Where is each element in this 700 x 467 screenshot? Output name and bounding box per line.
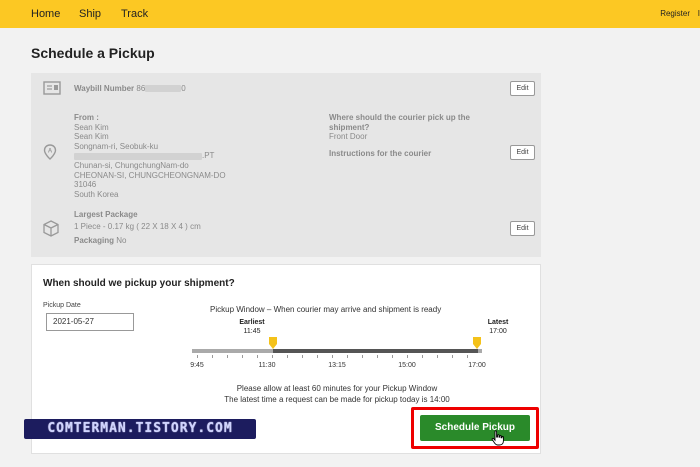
pickup-cutoff-note: The latest time a request can be made fo… bbox=[224, 395, 450, 404]
tick-mark bbox=[227, 355, 228, 358]
nav-track[interactable]: Track bbox=[121, 8, 148, 20]
address-card: A From : Sean Kim Sean Kim Songnam-ri, S… bbox=[31, 104, 541, 201]
nav-home[interactable]: Home bbox=[31, 8, 60, 20]
address-line-1: Sean Kim bbox=[74, 122, 109, 132]
waybill-suffix: 0 bbox=[181, 84, 186, 93]
tick-mark bbox=[287, 355, 288, 358]
earliest-indicator: Earliest 11:45 bbox=[237, 318, 267, 336]
hand-cursor-icon bbox=[491, 430, 504, 446]
location-pin-icon: A bbox=[43, 144, 57, 160]
package-card: Largest Package 1 Piece - 0.17 kg ( 22 X… bbox=[31, 201, 541, 257]
tick-mark bbox=[242, 355, 243, 358]
tick-mark bbox=[467, 355, 468, 358]
earliest-label: Earliest bbox=[239, 319, 265, 326]
svg-text:A: A bbox=[48, 149, 53, 155]
address-country: South Korea bbox=[74, 189, 119, 199]
tick-mark bbox=[212, 355, 213, 358]
address-line-2: Sean Kim bbox=[74, 132, 109, 142]
tick-mark bbox=[347, 355, 348, 358]
latest-slider-handle[interactable] bbox=[473, 337, 481, 349]
tick-mark bbox=[317, 355, 318, 358]
tick-mark bbox=[302, 355, 303, 358]
tick-mark bbox=[422, 355, 423, 358]
top-nav: Home Ship Track Register I bbox=[0, 0, 700, 28]
tick-label: 9:45 bbox=[190, 362, 204, 369]
address-blurred bbox=[74, 152, 202, 160]
tick-mark bbox=[257, 355, 258, 358]
pickup-date-label: Pickup Date bbox=[43, 302, 81, 309]
instructions-label: Instructions for the courier bbox=[329, 148, 432, 158]
pickup-window-title: Pickup Window – When courier may arrive … bbox=[210, 305, 442, 314]
address-line-3: Songnam-ri, Seobuk-ku bbox=[74, 141, 159, 151]
earliest-slider-handle[interactable] bbox=[269, 337, 277, 349]
nav-register[interactable]: Register bbox=[660, 9, 690, 18]
page-title: Schedule a Pickup bbox=[31, 45, 155, 61]
waybill-icon bbox=[43, 81, 61, 95]
waybill-edit-button[interactable]: Edit bbox=[510, 81, 535, 96]
from-label: From : bbox=[74, 113, 99, 122]
latest-label: Latest bbox=[487, 319, 509, 326]
schedule-button-highlight: Schedule Pickup bbox=[411, 407, 539, 449]
tick-mark bbox=[407, 355, 408, 358]
package-description: 1 Piece - 0.17 kg ( 22 X 18 X 4 ) cm bbox=[74, 221, 201, 231]
time-slider-selection bbox=[273, 349, 478, 353]
tick-mark bbox=[452, 355, 453, 358]
waybill-label: Waybill Number bbox=[74, 84, 135, 93]
address-line-5: Chunan-si, ChungchungNam-do bbox=[74, 160, 189, 170]
pickup-window-note: Please allow at least 60 minutes for you… bbox=[236, 384, 438, 393]
address-line-4-suffix: .PT bbox=[202, 151, 215, 161]
latest-time: 17:00 bbox=[489, 328, 507, 335]
tick-label: 17:00 bbox=[468, 362, 486, 369]
pickup-location-value: Front Door bbox=[329, 132, 368, 142]
tick-mark bbox=[437, 355, 438, 358]
package-label: Largest Package bbox=[74, 210, 138, 219]
nav-ship[interactable]: Ship bbox=[79, 8, 101, 20]
address-edit-button[interactable]: Edit bbox=[510, 145, 535, 160]
tick-label: 13:15 bbox=[328, 362, 346, 369]
tick-mark bbox=[197, 355, 198, 358]
package-edit-button[interactable]: Edit bbox=[510, 221, 535, 236]
pickup-question: When should we pickup your shipment? bbox=[43, 278, 235, 289]
tick-mark bbox=[392, 355, 393, 358]
tick-mark bbox=[332, 355, 333, 358]
watermark: COMTERMAN.TISTORY.COM bbox=[24, 419, 256, 439]
packaging-label: Packaging bbox=[74, 236, 115, 246]
waybill-prefix: 86 bbox=[136, 84, 146, 93]
tick-label: 11:30 bbox=[258, 362, 276, 369]
pickup-location-label: Where should the courier pick up the shi… bbox=[329, 113, 470, 132]
latest-indicator: Latest 17:00 bbox=[485, 318, 511, 336]
waybill-card: Waybill Number 86 0 Edit bbox=[31, 73, 541, 104]
waybill-blurred bbox=[145, 85, 182, 93]
tick-mark bbox=[362, 355, 363, 358]
earliest-time: 11:45 bbox=[243, 328, 261, 335]
address-postcode: 31046 bbox=[74, 180, 97, 190]
tick-label: 15:00 bbox=[398, 362, 416, 369]
packaging-value: No bbox=[116, 236, 127, 246]
address-line-6: CHEONAN-SI, CHUNGCHEONGNAM-DO bbox=[74, 170, 226, 180]
package-box-icon bbox=[43, 220, 59, 237]
tick-mark bbox=[272, 355, 273, 358]
pickup-date-input[interactable]: 2021-05-27 bbox=[46, 313, 134, 331]
tick-mark bbox=[377, 355, 378, 358]
schedule-pickup-button[interactable]: Schedule Pickup bbox=[420, 415, 530, 441]
